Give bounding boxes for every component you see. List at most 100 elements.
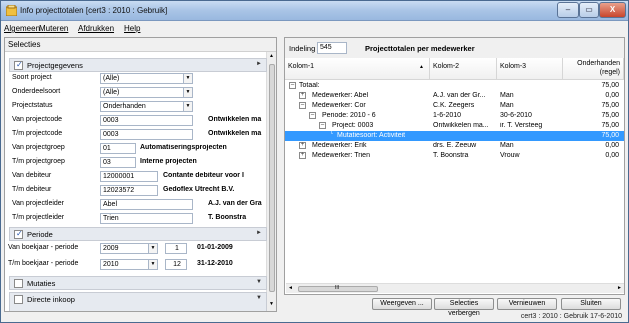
tm-projectleider-field[interactable]: Trien bbox=[100, 213, 193, 224]
app-window: Info projecttotalen [cert3 : 2010 : Gebr… bbox=[0, 0, 629, 323]
collapse-icon[interactable]: – bbox=[299, 102, 306, 109]
field-description: Interne projecten bbox=[140, 158, 197, 165]
chevron-down-icon[interactable]: ▼ bbox=[183, 102, 192, 111]
tm-debiteur-field[interactable]: 12023572 bbox=[100, 185, 158, 196]
app-icon bbox=[6, 5, 17, 16]
field-description: Contante debiteur voor I bbox=[163, 172, 244, 179]
expand-icon[interactable]: + bbox=[299, 142, 306, 149]
expand-arrow-icon[interactable]: ▼ bbox=[256, 279, 262, 285]
indeling-field[interactable]: 545 bbox=[317, 42, 347, 54]
menu-algemeen[interactable]: Algemeen bbox=[4, 24, 40, 33]
tm-projectcode-field[interactable]: 0003 bbox=[100, 129, 193, 140]
results-hscrollbar[interactable]: ◄ III ► bbox=[286, 283, 624, 293]
scroll-thumb[interactable] bbox=[269, 64, 275, 292]
field-label: Soort project bbox=[12, 74, 52, 81]
results-panel: Indeling 545 Projecttotalen per medewerk… bbox=[284, 37, 625, 295]
projectgegevens-checkbox[interactable] bbox=[14, 60, 23, 70]
maximize-button[interactable]: ▭ bbox=[579, 2, 599, 18]
results-toolbar: Indeling 545 Projecttotalen per medewerk… bbox=[285, 38, 624, 58]
chevron-down-icon[interactable]: ▼ bbox=[183, 88, 192, 97]
scroll-left-icon[interactable]: ◄ bbox=[288, 285, 293, 291]
field-label: Van projectleider bbox=[12, 200, 65, 207]
column-header-kolom2[interactable]: Kolom-2 bbox=[430, 58, 497, 80]
indeling-label: Indeling bbox=[289, 44, 316, 53]
column-header-kolom1[interactable]: Kolom-1 ▲ bbox=[285, 58, 430, 80]
table-row[interactable]: + Medewerker: Erik drs. E. Zeeuw Man 0,0… bbox=[285, 141, 624, 151]
selection-scrollbar[interactable]: ▲ ▼ bbox=[266, 52, 276, 311]
van-periode-field[interactable]: 1 bbox=[165, 243, 187, 254]
field-description: A.J. van der Gra bbox=[208, 200, 262, 207]
results-heading: Projecttotalen per medewerker bbox=[365, 44, 475, 53]
projectstatus-select[interactable]: Onderhanden ▼ bbox=[100, 101, 193, 112]
scroll-thumb[interactable]: III bbox=[298, 285, 378, 292]
field-label: Projectstatus bbox=[12, 102, 53, 109]
van-boekjaar-select[interactable]: 2009 ▼ bbox=[100, 243, 158, 254]
field-label: T/m projectleider bbox=[12, 214, 65, 221]
collapse-icon[interactable]: – bbox=[319, 122, 326, 129]
scroll-right-icon[interactable]: ► bbox=[617, 285, 622, 291]
tm-periode-field[interactable]: 12 bbox=[165, 259, 187, 270]
field-label: Van projectgroep bbox=[12, 144, 65, 151]
menu-afdrukken[interactable]: Afdrukken bbox=[78, 24, 114, 33]
chevron-down-icon[interactable]: ▼ bbox=[183, 74, 192, 83]
group-label: Projectgegevens bbox=[27, 61, 83, 70]
table-row[interactable]: – Periode: 2010 - 6 1-6-2010 30-6-2010 7… bbox=[285, 111, 624, 121]
van-projectleider-field[interactable]: Abel bbox=[100, 199, 193, 210]
field-description: 01-01-2009 bbox=[197, 244, 233, 251]
menu-help[interactable]: Help bbox=[124, 24, 140, 33]
field-label: T/m debiteur bbox=[12, 186, 52, 193]
vernieuwen-button[interactable]: Vernieuwen bbox=[497, 298, 557, 310]
van-projectcode-field[interactable]: 0003 bbox=[100, 115, 193, 126]
table-row-selected[interactable]: └ Mutatiesoort: Activiteit 75,00 bbox=[285, 131, 624, 141]
expand-arrow-icon[interactable]: ▼ bbox=[256, 295, 262, 301]
field-label: Van projectcode bbox=[12, 116, 63, 123]
sluiten-button[interactable]: Sluiten bbox=[561, 298, 621, 310]
group-directe-inkoop[interactable]: Directe inkoop ▼ bbox=[9, 292, 267, 311]
table-row[interactable]: – Totaal: 75,00 bbox=[285, 81, 624, 91]
mutaties-checkbox[interactable] bbox=[14, 279, 23, 288]
sort-asc-icon[interactable]: ▲ bbox=[419, 64, 424, 70]
van-projectgroep-field[interactable]: 01 bbox=[100, 143, 136, 154]
soort-project-select[interactable]: (Alle) ▼ bbox=[100, 73, 193, 84]
periode-checkbox[interactable] bbox=[14, 229, 23, 239]
title-bar[interactable]: Info projecttotalen [cert3 : 2010 : Gebr… bbox=[1, 1, 628, 21]
field-label: Van debiteur bbox=[12, 172, 52, 179]
window-title: Info projecttotalen [cert3 : 2010 : Gebr… bbox=[20, 6, 168, 15]
collapse-icon[interactable]: – bbox=[289, 82, 296, 89]
van-debiteur-field[interactable]: 12000001 bbox=[100, 171, 158, 182]
field-label: T/m boekjaar - periode bbox=[8, 260, 79, 267]
chevron-down-icon[interactable]: ▼ bbox=[148, 244, 157, 253]
weergeven-button[interactable]: Weergeven ... bbox=[372, 298, 432, 310]
collapse-icon[interactable]: – bbox=[309, 112, 316, 119]
minimize-button[interactable]: – bbox=[557, 2, 579, 18]
column-header-kolom3[interactable]: Kolom-3 bbox=[497, 58, 563, 80]
tm-boekjaar-select[interactable]: 2010 ▼ bbox=[100, 259, 158, 270]
expand-icon[interactable]: + bbox=[299, 92, 306, 99]
chevron-down-icon[interactable]: ▼ bbox=[148, 260, 157, 269]
group-periode[interactable]: Periode ► bbox=[9, 227, 267, 241]
scroll-down-icon[interactable]: ▼ bbox=[269, 301, 274, 307]
close-button[interactable]: X bbox=[599, 2, 626, 18]
directe-inkoop-checkbox[interactable] bbox=[14, 295, 23, 304]
tm-projectgroep-field[interactable]: 03 bbox=[100, 157, 136, 168]
table-row[interactable]: + Medewerker: Abel A.J. van der Gr... Ma… bbox=[285, 91, 624, 101]
column-header-onderhanden[interactable]: Onderhanden (regel) bbox=[563, 58, 624, 80]
field-description: 31-12-2010 bbox=[197, 260, 233, 267]
group-label: Periode bbox=[27, 230, 53, 239]
group-label: Directe inkoop bbox=[27, 295, 75, 304]
expand-icon[interactable]: + bbox=[299, 152, 306, 159]
onderdeelsoort-select[interactable]: (Alle) ▼ bbox=[100, 87, 193, 98]
collapse-arrow-icon[interactable]: ► bbox=[256, 230, 262, 236]
field-label: T/m projectcode bbox=[12, 130, 63, 137]
field-description: Ontwikkelen ma bbox=[208, 130, 262, 137]
group-mutaties[interactable]: Mutaties ▼ bbox=[9, 276, 267, 290]
table-row[interactable]: – Project: 0003 Ontwikkelen ma... ir. T.… bbox=[285, 121, 624, 131]
scroll-up-icon[interactable]: ▲ bbox=[269, 53, 274, 59]
menu-muteren[interactable]: Muteren bbox=[39, 24, 68, 33]
field-description: Gedoflex Utrecht B.V. bbox=[163, 186, 235, 193]
table-row[interactable]: + Medewerker: Trien T. Boonstra Vrouw 0,… bbox=[285, 151, 624, 161]
collapse-arrow-icon[interactable]: ► bbox=[256, 61, 262, 67]
table-row[interactable]: – Medewerker: Cor C.K. Zeegers Man 75,00 bbox=[285, 101, 624, 111]
group-projectgegevens[interactable]: Projectgegevens ► bbox=[9, 58, 267, 72]
selecties-verbergen-button[interactable]: Selecties verbergen bbox=[434, 298, 494, 317]
